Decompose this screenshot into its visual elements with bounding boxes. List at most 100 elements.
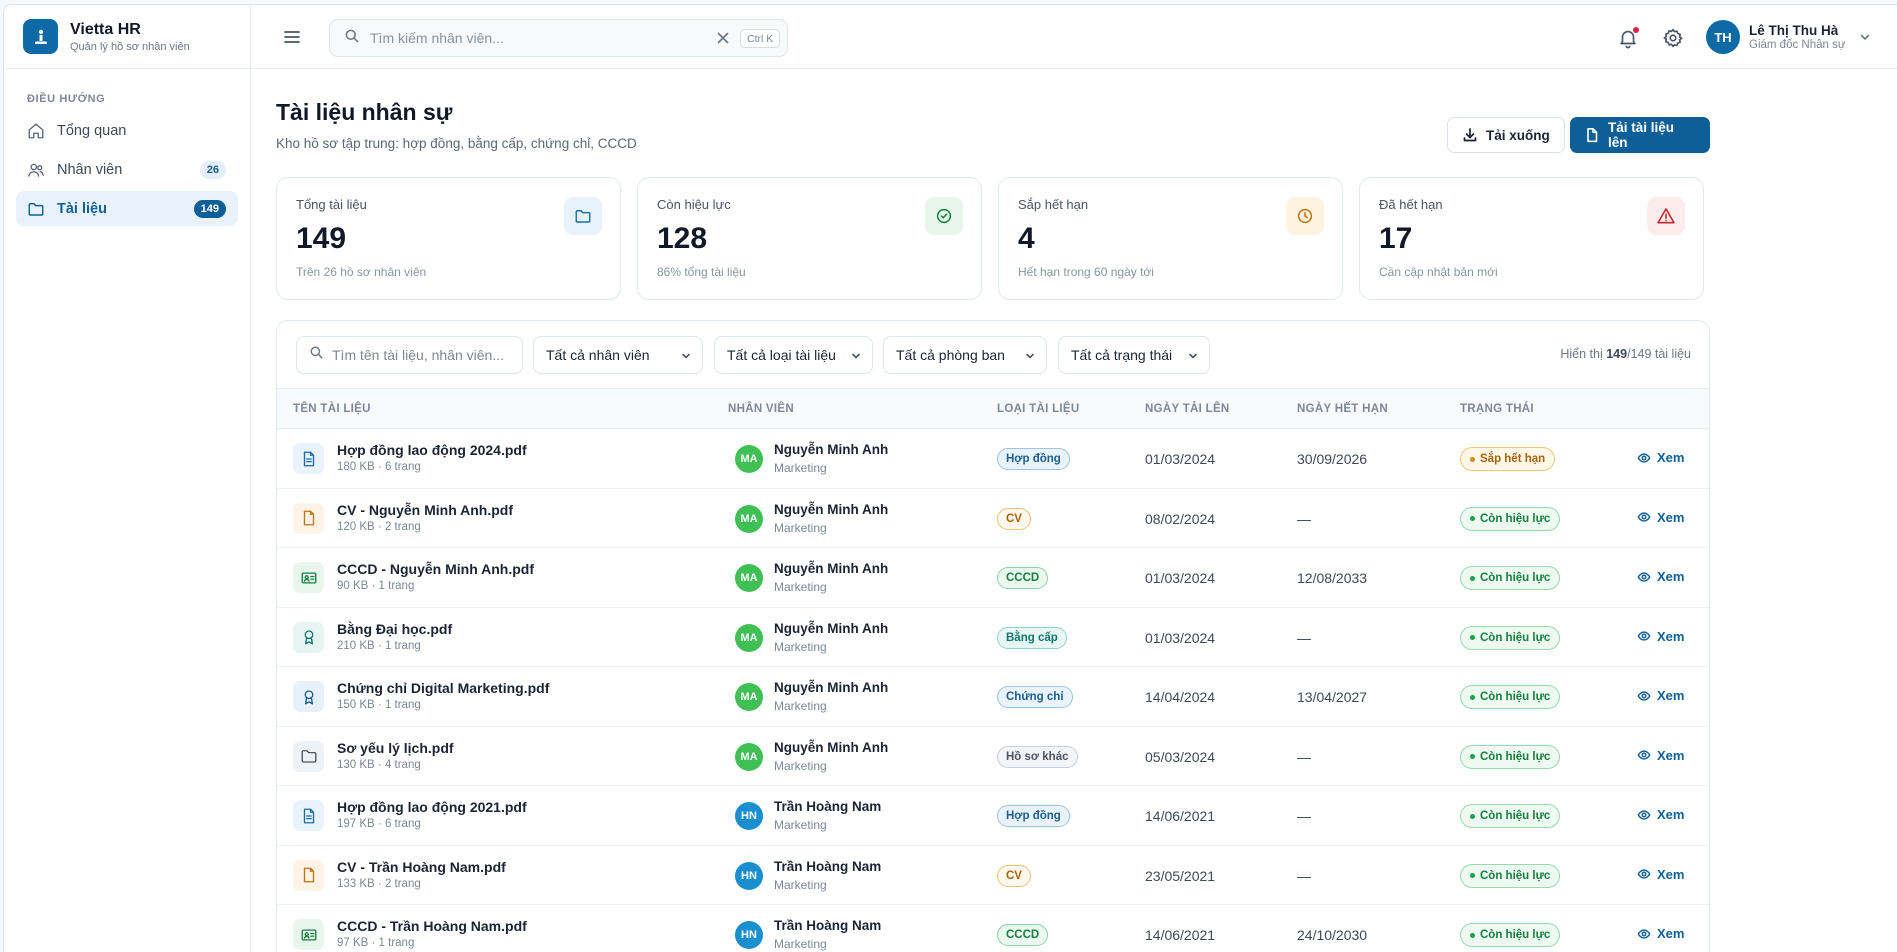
search-input[interactable]	[370, 30, 700, 46]
col-name[interactable]: TÊN TÀI LIỆU	[293, 403, 371, 415]
table-row[interactable]: Hợp đồng lao động 2024.pdf 180 KB · 6 tra…	[277, 429, 1709, 489]
upload-date: 08/02/2024	[1145, 510, 1216, 527]
id-card-icon	[293, 562, 324, 593]
eye-icon	[1637, 510, 1651, 524]
status-badge: Sắp hết hạn	[1460, 447, 1556, 471]
brand[interactable]: Vietta HR Quản lý hồ sơ nhân viên	[4, 5, 250, 69]
sidebar-item-documents[interactable]: Tài liệu 149	[16, 191, 238, 226]
upload-button[interactable]: Tải tài liệu lên	[1570, 117, 1710, 153]
user-menu[interactable]: TH Lê Thị Thu Hà Giám đốc Nhân sự	[1706, 20, 1872, 54]
document-meta: 210 KB · 1 trang	[337, 639, 421, 652]
document-name[interactable]: CV - Nguyễn Minh Anh.pdf	[337, 502, 513, 518]
view-button[interactable]: Xem	[1637, 629, 1684, 644]
download-button[interactable]: Tải xuống	[1447, 117, 1565, 153]
expiry-date: —	[1297, 808, 1311, 824]
sidebar-item-overview[interactable]: Tổng quan	[16, 113, 238, 148]
upload-label: Tải tài liệu lên	[1608, 120, 1675, 150]
view-button[interactable]: Xem	[1637, 926, 1684, 941]
app-subtitle: Quản lý hồ sơ nhân viên	[70, 40, 190, 53]
view-button[interactable]: Xem	[1637, 510, 1684, 525]
eye-icon	[1637, 451, 1651, 465]
status-label: Còn hiệu lực	[1480, 631, 1551, 644]
document-name[interactable]: Hợp đồng lao động 2021.pdf	[337, 799, 527, 815]
employee-name[interactable]: Trần Hoàng Nam	[774, 918, 881, 933]
eye-icon	[1637, 808, 1651, 822]
employee-name[interactable]: Nguyễn Minh Anh	[774, 680, 888, 695]
employee-name[interactable]: Nguyễn Minh Anh	[774, 621, 888, 636]
table-row[interactable]: CV - Nguyễn Minh Anh.pdf 120 KB · 2 trang…	[277, 489, 1709, 548]
view-button[interactable]: Xem	[1637, 450, 1684, 465]
bell-icon[interactable]	[1617, 27, 1639, 49]
table-search-input[interactable]	[332, 347, 512, 363]
table-row[interactable]: Hợp đồng lao động 2021.pdf 197 KB · 6 tra…	[277, 786, 1709, 846]
type-badge: Hợp đồng	[997, 448, 1070, 470]
employee-department: Marketing	[774, 639, 827, 654]
stat-card-expiring: Sắp hết hạn 4 Hết hạn trong 60 ngày tới	[998, 177, 1343, 300]
count-badge: 149	[193, 200, 226, 218]
documents-page: Tài liệu nhân sự Kho hồ sơ tập trung: hợ…	[276, 69, 1710, 952]
view-button[interactable]: Xem	[1637, 688, 1684, 703]
eye-icon	[1637, 689, 1651, 703]
view-button[interactable]: Xem	[1637, 569, 1684, 584]
employee-name[interactable]: Nguyễn Minh Anh	[774, 502, 888, 517]
type-badge: Chứng chỉ	[997, 686, 1073, 708]
table-row[interactable]: CCCD - Nguyễn Minh Anh.pdf 90 KB · 1 tran…	[277, 548, 1709, 608]
employee-filter[interactable]: Tất cả nhân viên	[533, 336, 703, 374]
status-dot	[1470, 635, 1475, 640]
employee-name[interactable]: Trần Hoàng Nam	[774, 859, 881, 874]
table-row[interactable]: Bằng Đại học.pdf 210 KB · 1 trang MA Nguyễn…	[277, 608, 1709, 667]
status-dot	[1470, 575, 1475, 581]
document-name[interactable]: CCCD - Trần Hoàng Nam.pdf	[337, 918, 527, 934]
col-uploaded[interactable]: NGÀY TẢI LÊN	[1145, 403, 1230, 415]
table-row[interactable]: Chứng chỉ Digital Marketing.pdf 150 KB · …	[277, 667, 1709, 727]
document-meta: 97 KB · 1 trang	[337, 937, 415, 949]
document-name[interactable]: Chứng chỉ Digital Marketing.pdf	[337, 680, 549, 696]
employee-department: Marketing	[774, 877, 827, 892]
stat-card-total: Tổng tài liệu 149 Trên 26 hồ sơ nhân viê…	[276, 177, 621, 300]
expiry-date: 24/10/2030	[1297, 927, 1368, 943]
doc-type-filter[interactable]: Tất cả loại tài liệu	[714, 336, 873, 374]
view-button[interactable]: Xem	[1637, 748, 1684, 763]
employee-name[interactable]: Nguyễn Minh Anh	[774, 561, 888, 576]
col-status[interactable]: TRẠNG THÁI	[1460, 403, 1534, 415]
view-label: Xem	[1657, 628, 1685, 644]
view-button[interactable]: Xem	[1637, 867, 1684, 882]
document-name[interactable]: Bằng Đại học.pdf	[337, 621, 452, 637]
employee-name[interactable]: Trần Hoàng Nam	[774, 799, 881, 814]
document-name[interactable]: Sơ yếu lý lịch.pdf	[337, 740, 454, 756]
col-expires[interactable]: NGÀY HẾT HẠN	[1297, 403, 1388, 415]
avatar: TH	[1706, 20, 1740, 54]
status-filter[interactable]: Tất cả trạng thái	[1058, 336, 1210, 374]
cv-icon	[293, 502, 324, 534]
alert-triangle-icon	[1647, 197, 1685, 235]
employee-name[interactable]: Nguyễn Minh Anh	[774, 442, 888, 457]
table-row[interactable]: CCCD - Trần Hoàng Nam.pdf 97 KB · 1 trang…	[277, 905, 1709, 952]
status-label: Còn hiệu lực	[1480, 929, 1551, 941]
gear-icon[interactable]	[1662, 27, 1684, 49]
user-role: Giám đốc Nhân sự	[1749, 39, 1846, 51]
department-filter[interactable]: Tất cả phòng ban	[883, 336, 1047, 374]
notification-dot	[1633, 27, 1639, 33]
document-name[interactable]: CV - Trần Hoàng Nam.pdf	[337, 859, 506, 875]
type-badge: CCCD	[997, 924, 1049, 946]
table-row[interactable]: CV - Trần Hoàng Nam.pdf 133 KB · 2 trang H…	[277, 846, 1709, 905]
chevron-down-icon	[1858, 30, 1872, 44]
table-row[interactable]: Sơ yếu lý lịch.pdf 130 KB · 4 trang MA Nguy…	[277, 727, 1709, 786]
table-search	[296, 336, 523, 374]
menu-icon[interactable]	[282, 27, 302, 47]
col-employee[interactable]: NHÂN VIÊN	[728, 403, 794, 415]
document-name[interactable]: CCCD - Nguyễn Minh Anh.pdf	[337, 561, 534, 577]
app-name: Vietta HR	[70, 20, 141, 38]
view-label: Xem	[1657, 450, 1685, 465]
close-icon[interactable]	[715, 30, 731, 46]
expiry-date: —	[1297, 867, 1311, 884]
view-button[interactable]: Xem	[1637, 807, 1684, 822]
sidebar-item-employees[interactable]: Nhân viên 26	[16, 152, 238, 187]
stat-foot: Trên 26 hồ sơ nhân viên	[296, 265, 427, 279]
document-name[interactable]: Hợp đồng lao động 2024.pdf	[337, 442, 527, 458]
employee-department: Marketing	[774, 461, 827, 475]
avatar: HN	[735, 921, 763, 949]
employee-name[interactable]: Nguyễn Minh Anh	[774, 740, 888, 755]
department-filter-value: Tất cả phòng ban	[896, 347, 1005, 363]
col-type[interactable]: LOẠI TÀI LIỆU	[997, 403, 1079, 415]
